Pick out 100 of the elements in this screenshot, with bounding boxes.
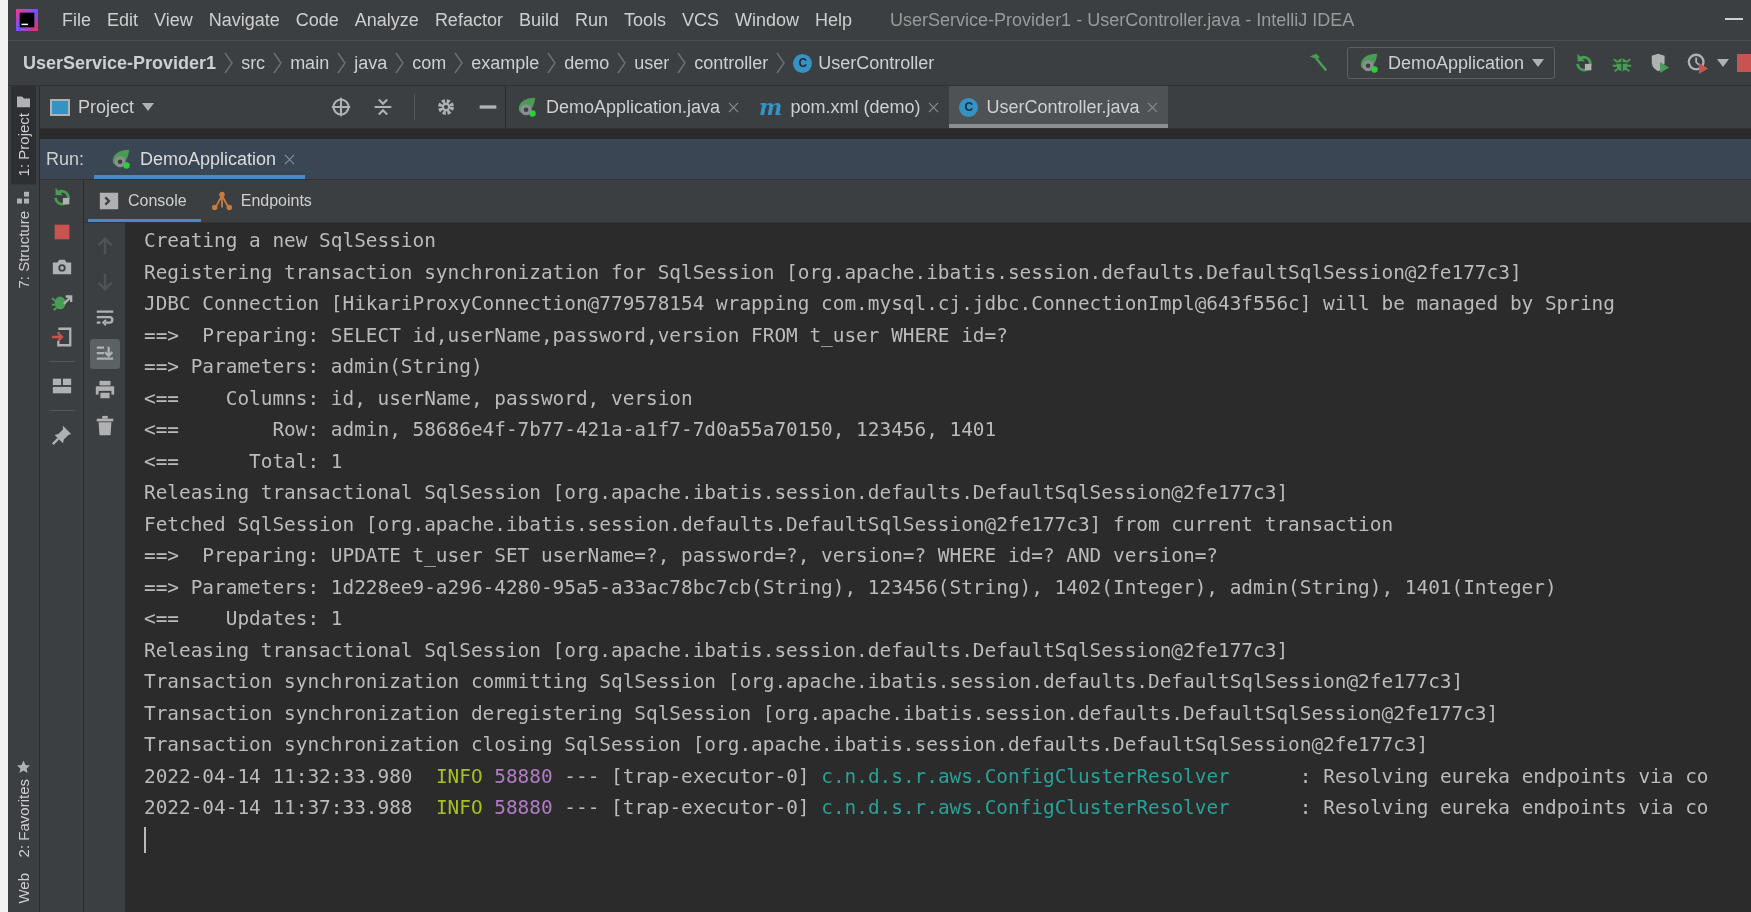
console-line: Releasing transactional SqlSession [org.apache.ibatis.session.defaults.DefaultSqlSession@2fe177c3]: [144, 480, 1289, 506]
console-line: ==> Parameters: admin(String): [144, 354, 483, 380]
caret-icon: [1532, 59, 1544, 67]
structure-icon: [17, 192, 30, 206]
target-icon[interactable]: [331, 97, 351, 117]
console-line: <== Row: admin, 58686e4f-7b77-421a-a1f7-7d0a55a70150, 123456, 1401: [144, 417, 997, 443]
breadcrumb[interactable]: example: [471, 52, 540, 74]
menu-item[interactable]: Code: [287, 9, 347, 31]
leaf-gear-icon: [110, 148, 133, 170]
log-separator: ---: [564, 795, 600, 821]
console-line: ==> Preparing: UPDATE t_user SET userName=?, password=?, version=? WHERE id=? AND version=?: [144, 543, 1219, 569]
tool-window-tab[interactable]: 7: Structure: [11, 184, 36, 297]
editor-tab[interactable]: C UserController.java: [949, 86, 1169, 128]
breadcrumb[interactable]: src: [241, 52, 266, 74]
text-cursor-icon: [144, 826, 146, 853]
class-icon: C: [959, 97, 979, 117]
menu-item[interactable]: Navigate: [200, 9, 288, 31]
app-logo-icon: [16, 9, 38, 31]
editor-tab[interactable]: m pom.xml (demo): [749, 86, 950, 128]
breadcrumb[interactable]: demo: [564, 52, 610, 74]
menu-item[interactable]: Window: [727, 9, 808, 31]
star-icon: [17, 760, 30, 774]
console-tab[interactable]: Endpoints: [200, 180, 326, 222]
folder-icon: [17, 94, 30, 107]
chevron-icon: [617, 52, 627, 74]
breadcrumb[interactable]: com: [412, 52, 447, 74]
breadcrumb[interactable]: user: [634, 52, 670, 74]
nodes-icon: [210, 190, 233, 212]
console-line: Transaction synchronization closing SqlSession [org.apache.ibatis.session.defaults.DefaultSqlSession@2fe177c3]: [144, 732, 1429, 758]
menu-item[interactable]: Build: [510, 9, 567, 31]
log-level: INFO: [435, 763, 483, 790]
menu-item[interactable]: VCS: [674, 9, 727, 31]
leaf-gear-icon: [516, 96, 538, 118]
log-separator: ---: [564, 763, 600, 790]
tool-window-tab[interactable]: 1: Project: [11, 86, 36, 185]
chevron-icon: [337, 52, 347, 74]
print-icon[interactable]: [93, 379, 116, 401]
settings-icon[interactable]: [436, 97, 456, 117]
console-line: Fetched SqlSession [org.apache.ibatis.session.defaults.DefaultSqlSession@2fe177c3] from current transaction: [144, 511, 1394, 538]
window-title: UserService-Provider1 - UserController.java - IntelliJ IDEA: [890, 9, 1356, 31]
collapse-icon[interactable]: [373, 97, 393, 117]
window-icon: [50, 98, 70, 116]
breadcrumb[interactable]: java: [354, 52, 388, 74]
log-colon: :: [1299, 763, 1312, 790]
close-icon[interactable]: [728, 101, 740, 113]
maven-icon: m: [759, 94, 783, 120]
clock-play-icon[interactable]: [1687, 52, 1709, 74]
console-line: ==> Parameters: 1d228ee9-a296-4280-95a5-a33ac78bc7cb(String), 123456(String), 1402(Integer), admin(String), 1401(Integer): [144, 574, 1557, 601]
chevron-icon: [454, 52, 464, 74]
log-level: INFO: [435, 795, 483, 821]
menu-item[interactable]: Tools: [615, 9, 674, 31]
console-line: JDBC Connection [HikariProxyConnection@779578154 wrapping com.mysql.cj.jdbc.ConnectionImpl@643f556c] will be managed by Spring: [144, 291, 1615, 317]
console-line: <== Updates: 1: [144, 606, 343, 632]
breadcrumb[interactable]: main: [290, 52, 330, 74]
console-line: Creating a new SqlSession: [144, 228, 436, 254]
log-timestamp: 2022-04-14 11:32:33.980: [144, 763, 413, 790]
log-pid: 58880: [494, 795, 553, 821]
console-line: <== Columns: id, userName, password, version: [144, 385, 693, 412]
shield-play-icon[interactable]: [1649, 52, 1671, 74]
menu-item[interactable]: View: [146, 9, 201, 31]
breadcrumb[interactable]: controller: [694, 52, 769, 74]
project-view-dropdown[interactable]: Project: [50, 96, 155, 118]
console-line: Transaction synchronization committing SqlSession [org.apache.ibatis.session.defaults.DefaultSqlSession@2fe177c3]: [144, 669, 1464, 695]
editor-tab[interactable]: DemoApplication.java: [506, 86, 750, 128]
console-line: <== Total: 1: [144, 448, 343, 475]
console-line: ==> Preparing: SELECT id,userName,password,version FROM t_user WHERE id=?: [144, 322, 1008, 349]
tool-window-tab[interactable]: 2: Favorites: [11, 752, 36, 866]
console-line: Releasing transactional SqlSession [org.apache.ibatis.session.defaults.DefaultSqlSession@2fe177c3]: [144, 637, 1289, 664]
chevron-icon: [395, 52, 405, 74]
chevron-icon: [273, 52, 283, 74]
log-message: Resolving eureka endpoints via co: [1323, 795, 1709, 821]
menu-item[interactable]: Edit: [99, 9, 147, 31]
menu-item[interactable]: File: [54, 9, 99, 31]
log-timestamp: 2022-04-14 11:37:33.988: [144, 795, 413, 821]
chevron-icon: [547, 52, 557, 74]
caret-icon[interactable]: [1717, 59, 1729, 67]
class-icon: C: [793, 53, 813, 73]
console-line: Registering transaction synchronization for SqlSession [org.apache.ibatis.session.defaults.DefaultSqlSession@2fe177c3]: [144, 259, 1522, 286]
close-icon[interactable]: [928, 101, 940, 113]
minimize-icon[interactable]: [1725, 18, 1743, 22]
breadcrumb[interactable]: C UserController: [793, 52, 935, 74]
pin-icon[interactable]: [50, 424, 73, 446]
menu-item[interactable]: Run: [566, 9, 616, 31]
menu-item[interactable]: Refactor: [426, 9, 511, 31]
menu-item[interactable]: Analyze: [346, 9, 427, 31]
run-configuration-dropdown[interactable]: DemoApplication: [1346, 47, 1555, 79]
chevron-icon: [677, 52, 687, 74]
close-icon[interactable]: [284, 153, 296, 165]
exit-icon[interactable]: [50, 326, 73, 348]
rerun-icon[interactable]: [1573, 52, 1595, 74]
chevron-icon: [224, 52, 234, 74]
run-label: Run:: [45, 147, 86, 171]
terminal-icon: [98, 190, 120, 212]
breadcrumb[interactable]: UserService-Provider1: [23, 52, 217, 74]
log-logger: c.n.d.s.r.aws.ConfigClusterResolver: [821, 795, 1230, 821]
tool-window-tab[interactable]: Web: [11, 865, 36, 912]
log-logger: c.n.d.s.r.aws.ConfigClusterResolver: [821, 763, 1230, 790]
log-pid: 58880: [494, 763, 553, 790]
caret-icon: [142, 103, 155, 111]
menu-item[interactable]: Help: [807, 9, 861, 31]
